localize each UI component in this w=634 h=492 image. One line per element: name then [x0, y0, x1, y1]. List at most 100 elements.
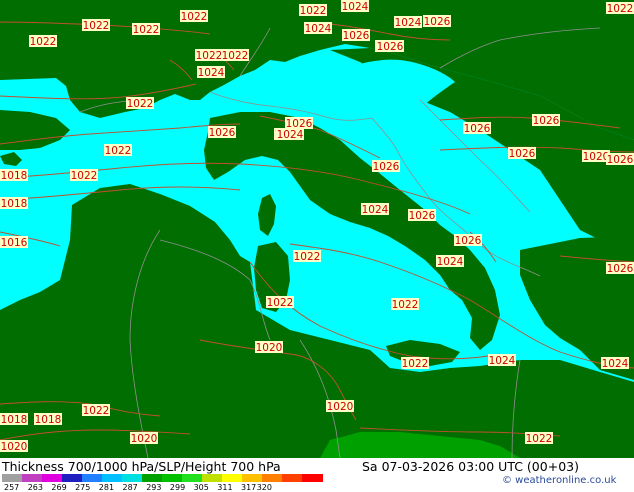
isobar-label: 1022 [221, 49, 249, 62]
isobar-label-text: 1026 [424, 16, 451, 28]
scale-swatch [62, 474, 83, 482]
isobar-label-text: 1016 [1, 237, 28, 249]
isobar-label-text: 1024 [277, 129, 304, 141]
isobar-label: 1026 [508, 147, 536, 160]
scale-tick-label: 293 [146, 483, 162, 492]
isobar-label-text: 1026 [533, 115, 560, 127]
isobar-label-text: 1026 [209, 127, 236, 139]
isobar-label-text: 1022 [392, 299, 419, 311]
isobar-label: 1022 [195, 49, 223, 62]
isobar-label: 1026 [423, 15, 451, 28]
isobar-label-text: 1022 [181, 11, 208, 23]
isobar-label-text: 1026 [343, 30, 370, 42]
isobar-label-text: 1022 [267, 297, 294, 309]
scale-swatch [2, 474, 23, 482]
isobar-label-text: 1022 [30, 36, 57, 48]
isobar-label: 1024 [488, 354, 516, 367]
isobar-label-text: 1026 [607, 263, 634, 275]
isobar-label-text: 1024 [437, 256, 464, 268]
isobar-label-text: 1026 [377, 41, 404, 53]
isobar-label-text: 1022 [133, 24, 160, 36]
scale-swatch [22, 474, 43, 482]
scale-tick-label: 305 [193, 483, 209, 492]
isobar-label: 1022 [29, 35, 57, 48]
isobar-label-text: 1018 [1, 170, 28, 182]
scale-swatch [182, 474, 203, 482]
isobar-label: 1020 [326, 400, 354, 413]
isobar-label: 1026 [463, 122, 491, 135]
scale-swatch [162, 474, 183, 482]
scale-tick-label: 320 [256, 483, 272, 492]
scale-tick-label: 263 [27, 483, 43, 492]
isobar-label-text: 1024 [305, 23, 332, 35]
isobar-label-text: 1024 [602, 358, 629, 370]
isobar-label: 1022 [293, 250, 321, 263]
isobar-label-text: 1018 [1, 198, 28, 210]
isobar-label-text: 1020 [583, 151, 610, 163]
isobar-label: 1022 [82, 19, 110, 32]
isobar-label-text: 1026 [607, 154, 634, 166]
isobar-label: 1020 [130, 432, 158, 445]
isobar-label: 1018 [0, 169, 28, 182]
isobar-label-text: 1022 [300, 5, 327, 17]
scale-tick-label: 317 [241, 483, 257, 492]
scale-swatch [222, 474, 243, 482]
isobar-label: 1022 [180, 10, 208, 23]
valid-time: Sa 07-03-2026 03:00 UTC (00+03) [362, 459, 579, 474]
isobar-label-text: 1026 [409, 210, 436, 222]
scale-tick-label: 287 [122, 483, 138, 492]
scale-tick-label: 311 [217, 483, 233, 492]
isobar-label-text: 1022 [402, 358, 429, 370]
scale-tick-label: 299 [169, 483, 186, 492]
isobar-label-text: 1022 [127, 98, 154, 110]
scale-swatch [82, 474, 103, 482]
isobar-label-text: 1026 [509, 148, 536, 160]
isobar-label-text: 1024 [342, 1, 369, 13]
isobar-label: 1024 [197, 66, 225, 79]
credit-link[interactable]: © weatheronline.co.uk [502, 475, 616, 486]
isobar-label: 1020 [255, 341, 283, 354]
isobar-label: 1024 [361, 203, 389, 216]
scale-tick-label: 275 [75, 483, 91, 492]
isobar-label: 1024 [601, 357, 629, 370]
isobar-label: 1016 [0, 236, 28, 249]
isobar-label-text: 1022 [222, 50, 249, 62]
weather-map: 1022 1022102210221024 10241026102610221022… [0, 0, 634, 458]
isobar-label-text: 1022 [294, 251, 321, 263]
isobar-label-text: 1020 [256, 342, 283, 354]
scale-swatch [122, 474, 143, 482]
isobar-label-text: 1026 [455, 235, 482, 247]
isobar-label: 1022 [126, 97, 154, 110]
isobar-label: 1022 [401, 357, 429, 370]
scale-swatch [242, 474, 263, 482]
isobar-label-text: 1022 [105, 145, 132, 157]
isobar-label: 1026 [376, 40, 404, 53]
isobar-label-text: 1022 [607, 3, 634, 15]
isobar-label: 1022 [70, 169, 98, 182]
map-title: Thickness 700/1000 hPa/SLP/Height 700 hP… [2, 459, 281, 474]
isobar-label-text: 1022 [196, 50, 223, 62]
isobar-label: 1018 [34, 413, 62, 426]
isobar-label-text: 1018 [1, 414, 28, 426]
isobar-label-text: 1022 [83, 405, 110, 417]
scale-swatch [262, 474, 283, 482]
scale-swatch [42, 474, 63, 482]
isobar-label: 1026 [454, 234, 482, 247]
isobar-label: 1024 [341, 0, 369, 13]
isobar-label-text: 1026 [464, 123, 491, 135]
isobar-label: 1024 [436, 255, 464, 268]
isobar-label-text: 1024 [198, 67, 225, 79]
scale-swatch [302, 474, 323, 482]
scale-swatch [202, 474, 223, 482]
isobar-label-text: 1022 [83, 20, 110, 32]
isobar-label: 1024 [276, 128, 304, 141]
isobar-label-text: 1024 [489, 355, 516, 367]
isobar-label: 1024 [394, 16, 422, 29]
isobar-label: 1026 [532, 114, 560, 127]
scale-tick-label: 281 [98, 483, 115, 492]
isobar-label: 1022 [82, 404, 110, 417]
isobar-label-text: 1024 [362, 204, 389, 216]
isobar-label-text: 1024 [395, 17, 422, 29]
map-footer: Thickness 700/1000 hPa/SLP/Height 700 hP… [0, 458, 634, 492]
isobar-label-text: 1022 [71, 170, 98, 182]
